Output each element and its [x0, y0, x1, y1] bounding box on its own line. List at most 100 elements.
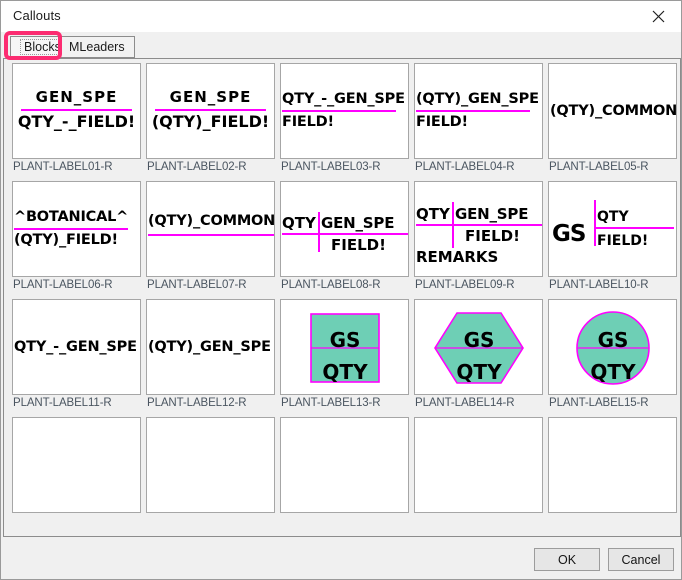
block-row: ^BOTANICAL^ (QTY)_FIELD! PLANT-LABEL06-R (Q…	[4, 178, 680, 296]
block-preview	[281, 418, 408, 512]
block-preview: QTY_-_GEN_SPE	[13, 300, 140, 394]
block-preview: GS QTY	[549, 300, 676, 394]
block-cell-plant-label07-r[interactable]: (QTY)_COMMON	[146, 181, 275, 277]
block-cell-label: PLANT-LABEL11-R	[13, 397, 112, 409]
block-preview-text: QTY_-_GEN_SPE	[282, 91, 405, 107]
block-cell-label: PLANT-LABEL03-R	[281, 161, 381, 173]
callouts-dialog: Callouts Blocks MLeaders GEN_SPE QTY_-_FI…	[0, 0, 682, 580]
block-preview: QTY_-_GEN_SPE FIELD!	[281, 64, 408, 158]
block-cell-label: PLANT-LABEL12-R	[147, 397, 247, 409]
blocks-panel: GEN_SPE QTY_-_FIELD! PLANT-LABEL01-R GEN_SP…	[3, 58, 681, 537]
block-preview-text: REMARKS	[416, 248, 499, 266]
block-preview: QTY GEN_SPE FIELD!	[281, 182, 408, 276]
block-row: QTY_-_GEN_SPE PLANT-LABEL11-R (QTY)_GEN_SP…	[4, 296, 680, 414]
close-icon[interactable]	[635, 1, 681, 32]
block-cell-plant-label05-r[interactable]: (QTY)_COMMON	[548, 63, 677, 159]
block-cell-empty[interactable]	[548, 417, 677, 513]
block-preview-text: GEN_SPE	[321, 214, 395, 232]
tab-mleaders[interactable]: MLeaders	[59, 36, 135, 58]
block-preview-text: FIELD!	[331, 236, 386, 254]
block-cell-plant-label10-r[interactable]: GS QTY FIELD!	[548, 181, 677, 277]
block-cell-label: PLANT-LABEL08-R	[281, 279, 381, 291]
block-preview-text: FIELD!	[597, 233, 649, 249]
block-preview-rule	[594, 200, 596, 246]
block-preview-rule	[282, 110, 396, 112]
block-preview-text: (QTY)_COMMON	[148, 213, 275, 229]
block-preview-rule	[416, 224, 542, 226]
block-preview-text: ^BOTANICAL^	[14, 209, 129, 225]
block-cell-label: PLANT-LABEL07-R	[147, 279, 247, 291]
block-preview: GEN_SPE QTY_-_FIELD!	[13, 64, 140, 158]
block-cell-label: PLANT-LABEL06-R	[13, 279, 113, 291]
block-cell-plant-label01-r[interactable]: GEN_SPE QTY_-_FIELD!	[12, 63, 141, 159]
block-cell-plant-label14-r[interactable]: GS QTY	[414, 299, 543, 395]
block-preview	[13, 418, 140, 512]
block-preview-text: (QTY)_FIELD!	[14, 232, 118, 248]
block-cell-empty[interactable]	[280, 417, 409, 513]
block-row: GEN_SPE QTY_-_FIELD! PLANT-LABEL01-R GEN_SP…	[4, 60, 680, 178]
block-preview-text: (QTY)_GEN_SPE	[416, 91, 539, 107]
block-cell-plant-label11-r[interactable]: QTY_-_GEN_SPE	[12, 299, 141, 395]
block-cell-label: PLANT-LABEL10-R	[549, 279, 649, 291]
block-preview-text: (QTY)_GEN_SPE	[148, 339, 271, 355]
block-preview-rule	[452, 202, 454, 248]
block-cell-label: PLANT-LABEL14-R	[415, 397, 515, 409]
block-preview: GEN_SPE (QTY)_FIELD!	[147, 64, 274, 158]
block-preview-rule	[282, 233, 408, 235]
window-title: Callouts	[13, 8, 61, 23]
block-cell-empty[interactable]	[12, 417, 141, 513]
cancel-button[interactable]: Cancel	[608, 548, 674, 571]
block-preview-rule	[594, 227, 674, 229]
block-cell-plant-label03-r[interactable]: QTY_-_GEN_SPE FIELD!	[280, 63, 409, 159]
block-preview-text: GEN_SPE	[455, 205, 529, 223]
block-preview-text: GEN_SPE	[35, 88, 118, 106]
block-cell-empty[interactable]	[146, 417, 275, 513]
block-cell-plant-label12-r[interactable]: (QTY)_GEN_SPE	[146, 299, 275, 395]
block-preview-text: QTY_-_GEN_SPE	[14, 339, 137, 355]
block-preview: QTY GEN_SPE FIELD! REMARKS	[415, 182, 542, 276]
block-cell-plant-label13-r[interactable]: GS QTY	[280, 299, 409, 395]
block-preview	[549, 418, 676, 512]
block-cell-plant-label09-r[interactable]: QTY GEN_SPE FIELD! REMARKS	[414, 181, 543, 277]
block-preview-text: QTY	[597, 209, 629, 225]
block-preview	[147, 418, 274, 512]
block-preview-text: GEN_SPE	[169, 88, 252, 106]
block-grid: GEN_SPE QTY_-_FIELD! PLANT-LABEL01-R GEN_SP…	[4, 60, 680, 532]
block-preview-text: FIELD!	[282, 114, 334, 130]
block-cell-label: PLANT-LABEL02-R	[147, 161, 247, 173]
block-preview-text: (QTY)_COMMON	[550, 103, 677, 119]
block-preview-text: QTY	[282, 214, 316, 232]
block-preview-text: GS	[597, 328, 629, 352]
block-preview-text: FIELD!	[416, 114, 468, 130]
block-cell-plant-label08-r[interactable]: QTY GEN_SPE FIELD!	[280, 181, 409, 277]
block-preview-rule	[14, 228, 128, 230]
block-cell-plant-label04-r[interactable]: (QTY)_GEN_SPE FIELD!	[414, 63, 543, 159]
block-row	[4, 414, 680, 532]
block-preview-rule	[148, 234, 274, 236]
ok-button[interactable]: OK	[534, 548, 600, 571]
block-preview-rule	[155, 109, 266, 111]
block-cell-label: PLANT-LABEL09-R	[415, 279, 515, 291]
block-preview: GS QTY FIELD!	[549, 182, 676, 276]
tab-strip: Blocks MLeaders	[1, 32, 681, 59]
block-preview-text: GS	[463, 328, 495, 352]
block-cell-empty[interactable]	[414, 417, 543, 513]
block-cell-label: PLANT-LABEL05-R	[549, 161, 649, 173]
block-preview-rule	[318, 212, 320, 252]
dialog-footer: OK Cancel	[1, 537, 681, 579]
block-preview-text: QTY	[416, 205, 450, 223]
block-preview: GS QTY	[415, 300, 542, 394]
block-cell-plant-label06-r[interactable]: ^BOTANICAL^ (QTY)_FIELD!	[12, 181, 141, 277]
block-preview	[415, 418, 542, 512]
title-bar: Callouts	[1, 1, 681, 32]
tab-mleaders-label: MLeaders	[69, 40, 125, 54]
block-cell-plant-label15-r[interactable]: GS QTY	[548, 299, 677, 395]
ok-button-label: OK	[557, 552, 577, 567]
block-cell-label: PLANT-LABEL01-R	[13, 161, 113, 173]
block-cell-label: PLANT-LABEL15-R	[549, 397, 649, 409]
block-preview-text: QTY_-_FIELD!	[17, 112, 136, 131]
block-cell-plant-label02-r[interactable]: GEN_SPE (QTY)_FIELD!	[146, 63, 275, 159]
block-preview-text: QTY	[322, 360, 368, 384]
block-preview: (QTY)_GEN_SPE FIELD!	[415, 64, 542, 158]
block-preview: ^BOTANICAL^ (QTY)_FIELD!	[13, 182, 140, 276]
